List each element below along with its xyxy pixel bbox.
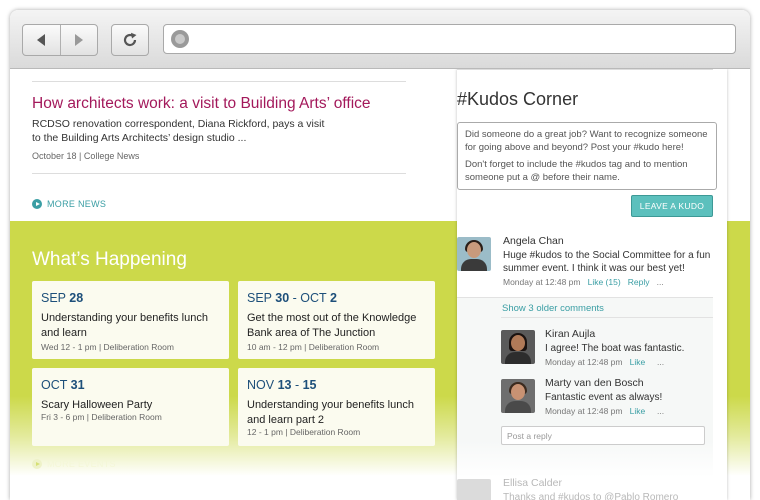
divider	[501, 317, 713, 318]
avatar-face	[467, 242, 481, 258]
show-older-comments-link[interactable]: Show 3 older comments	[502, 303, 604, 314]
event-day: 28	[69, 291, 84, 305]
event-range-sep: -	[291, 378, 303, 392]
like-link[interactable]: Like	[630, 357, 646, 367]
event-meta: Wed 12 - 1 pm | Deliberation Room	[41, 342, 174, 352]
reply-text: Fantastic event as always!	[545, 392, 663, 403]
event-day-end: 2	[329, 291, 337, 305]
avatar[interactable]	[501, 379, 535, 413]
event-card[interactable]: SEP 28 Understanding your benefits lunch…	[32, 281, 229, 359]
avatar[interactable]	[457, 237, 491, 271]
event-card[interactable]: OCT 31 Scary Halloween Party Fri 3 - 6 p…	[32, 368, 229, 446]
event-month: SEP	[41, 291, 66, 305]
event-month: SEP	[247, 291, 272, 305]
back-arrow-icon	[37, 34, 46, 46]
event-day: 30	[275, 291, 290, 305]
event-range-sep: -	[289, 291, 301, 305]
event-month: OCT	[41, 378, 68, 392]
avatar-face	[511, 384, 525, 400]
news-headline-link[interactable]: How architects work: a visit to Building…	[32, 95, 371, 113]
more-events-link[interactable]: MORE EVENTS	[32, 459, 116, 469]
replies-thread: Show 3 older comments Kiran Aujla I agre…	[457, 297, 713, 477]
reply-author[interactable]: Marty van den Bosch	[545, 377, 644, 389]
reload-button[interactable]	[111, 24, 149, 56]
event-day: 31	[70, 378, 85, 392]
address-bar[interactable]	[163, 24, 736, 54]
more-options[interactable]: ...	[657, 357, 664, 367]
divider	[457, 297, 713, 298]
kudos-intro-text: Don't forget to include the #kudos tag a…	[465, 159, 688, 183]
globe-icon	[171, 30, 189, 48]
more-options[interactable]: ...	[657, 277, 664, 287]
event-day-end: 15	[302, 378, 317, 392]
avatar-body	[461, 259, 487, 271]
event-card[interactable]: SEP 30 - OCT 2 Get the most out of the K…	[238, 281, 435, 359]
play-circle-icon	[32, 459, 42, 469]
reply-input[interactable]: Post a reply	[501, 426, 705, 445]
avatar-body	[505, 401, 531, 413]
event-meta: 12 - 1 pm | Deliberation Room	[247, 427, 361, 437]
leave-kudo-button[interactable]: LEAVE A KUDO	[631, 195, 713, 217]
back-button[interactable]	[23, 25, 60, 55]
nav-buttons	[22, 24, 98, 56]
reply-meta: Monday at 12:48 pm Like ...	[545, 406, 664, 416]
left-column: How architects work: a visit to Building…	[10, 69, 442, 500]
event-month: NOV	[247, 378, 275, 392]
reload-icon	[123, 32, 137, 47]
avatar[interactable]	[501, 330, 535, 364]
event-month-end: OCT	[300, 291, 327, 305]
news-summary: RCDSO renovation correspondent, Diana Ri…	[32, 118, 325, 144]
event-card[interactable]: NOV 13 - 15 Understanding your benefits …	[238, 368, 435, 446]
avatar-face	[511, 335, 525, 351]
event-date: SEP 28	[41, 291, 83, 305]
event-date: NOV 13 - 15	[247, 378, 317, 392]
divider	[32, 173, 406, 174]
post-text: Thanks and #kudos to @Pablo Romero @Sara…	[503, 492, 679, 500]
forward-arrow-icon	[74, 34, 83, 46]
event-title: Understanding your benefits lunch and le…	[247, 399, 414, 426]
kudos-heading: #Kudos Corner	[457, 89, 579, 109]
forward-button[interactable]	[59, 25, 98, 55]
post-text: Huge #kudos to the Social Committee for …	[503, 250, 711, 274]
play-circle-icon	[32, 199, 42, 209]
browser-toolbar	[10, 10, 750, 69]
event-title: Understanding your benefits lunch and le…	[41, 312, 208, 339]
event-day: 13	[277, 378, 292, 392]
reply-link[interactable]: Reply	[628, 277, 650, 287]
page-content: How architects work: a visit to Building…	[10, 69, 750, 500]
post-author[interactable]: Ellisa Calder	[503, 477, 562, 489]
post-meta: Monday at 12:48 pm Like (15) Reply ...	[503, 277, 664, 287]
reply-time: Monday at 12:48 pm	[545, 357, 623, 367]
event-date: SEP 30 - OCT 2	[247, 291, 337, 305]
like-link[interactable]: Like (15)	[588, 277, 621, 287]
avatar-body	[505, 352, 531, 364]
news-meta: October 18 | College News	[32, 151, 140, 161]
browser-window: How architects work: a visit to Building…	[10, 10, 750, 500]
more-options[interactable]: ...	[657, 406, 664, 416]
post-author[interactable]: Angela Chan	[503, 235, 564, 247]
event-title: Get the most out of the Knowledge Bank a…	[247, 312, 417, 339]
event-date: OCT 31	[41, 378, 85, 392]
kudos-intro-box: Did someone do a great job? Want to reco…	[457, 122, 717, 190]
reply-time: Monday at 12:48 pm	[545, 406, 623, 416]
like-link[interactable]: Like	[630, 406, 646, 416]
event-meta: Fri 3 - 6 pm | Deliberation Room	[41, 412, 162, 422]
kudos-intro-text: Did someone do a great job? Want to reco…	[465, 129, 708, 153]
reply-author[interactable]: Kiran Aujla	[545, 328, 595, 340]
more-events-label: MORE EVENTS	[47, 459, 116, 469]
reply-meta: Monday at 12:48 pm Like ...	[545, 357, 664, 367]
divider	[457, 69, 713, 70]
avatar[interactable]	[457, 479, 491, 500]
kudo-post-faded: Ellisa Calder Thanks and #kudos to @Pabl…	[457, 477, 713, 500]
more-news-label: MORE NEWS	[47, 199, 107, 209]
reply-text: I agree! The boat was fantastic.	[545, 343, 685, 354]
post-time: Monday at 12:48 pm	[503, 277, 581, 287]
events-heading: What’s Happening	[32, 249, 187, 270]
more-news-link[interactable]: MORE NEWS	[32, 199, 106, 209]
kudos-panel: #Kudos Corner Did someone do a great job…	[457, 69, 727, 500]
kudo-post: Angela Chan Huge #kudos to the Social Co…	[457, 227, 713, 297]
event-title: Scary Halloween Party	[41, 399, 153, 411]
event-meta: 10 am - 12 pm | Deliberation Room	[247, 342, 380, 352]
divider	[32, 81, 406, 82]
